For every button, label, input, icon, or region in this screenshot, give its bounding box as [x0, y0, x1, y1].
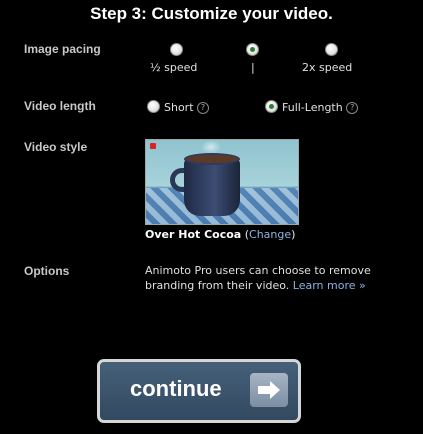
pacing-double-label: 2x speed	[302, 61, 353, 74]
pacing-half-label: ½ speed	[150, 61, 198, 74]
arrow-right-icon	[250, 373, 288, 407]
length-full-radio[interactable]	[265, 100, 278, 113]
video-length-label: Video length	[24, 99, 96, 113]
length-short-label: Short	[164, 101, 194, 114]
red-marker-icon	[150, 143, 156, 149]
length-short-option: Short ?	[164, 101, 210, 114]
cocoa-rim-graphic	[184, 153, 240, 165]
learn-more-link[interactable]: Learn more »	[293, 279, 366, 292]
cup-graphic	[184, 158, 240, 216]
pacing-double-radio[interactable]	[325, 43, 338, 56]
options-description: Animoto Pro users can choose to remove b…	[145, 263, 410, 293]
change-style-link[interactable]: Change	[249, 228, 291, 241]
pacing-normal-label: |	[251, 61, 255, 74]
length-full-option: Full-Length ?	[282, 101, 359, 114]
video-style-thumbnail[interactable]	[145, 139, 299, 225]
length-short-help[interactable]: ?	[197, 102, 210, 114]
options-label: Options	[24, 264, 70, 278]
continue-button[interactable]: continue	[97, 359, 301, 423]
pacing-normal-radio[interactable]	[246, 43, 259, 56]
video-style-label: Video style	[24, 140, 88, 154]
length-short-radio[interactable]	[147, 100, 160, 113]
steam-graphic	[201, 140, 221, 154]
image-pacing-label: Image pacing	[24, 42, 101, 56]
pacing-half-radio[interactable]	[170, 43, 183, 56]
style-caption: Over Hot Cocoa (Change)	[145, 228, 296, 241]
length-full-help[interactable]: ?	[346, 102, 359, 114]
continue-label: continue	[130, 376, 222, 401]
length-full-label: Full-Length	[282, 101, 343, 114]
style-name: Over Hot Cocoa	[145, 228, 242, 241]
page-title: Step 3: Customize your video.	[90, 4, 333, 23]
